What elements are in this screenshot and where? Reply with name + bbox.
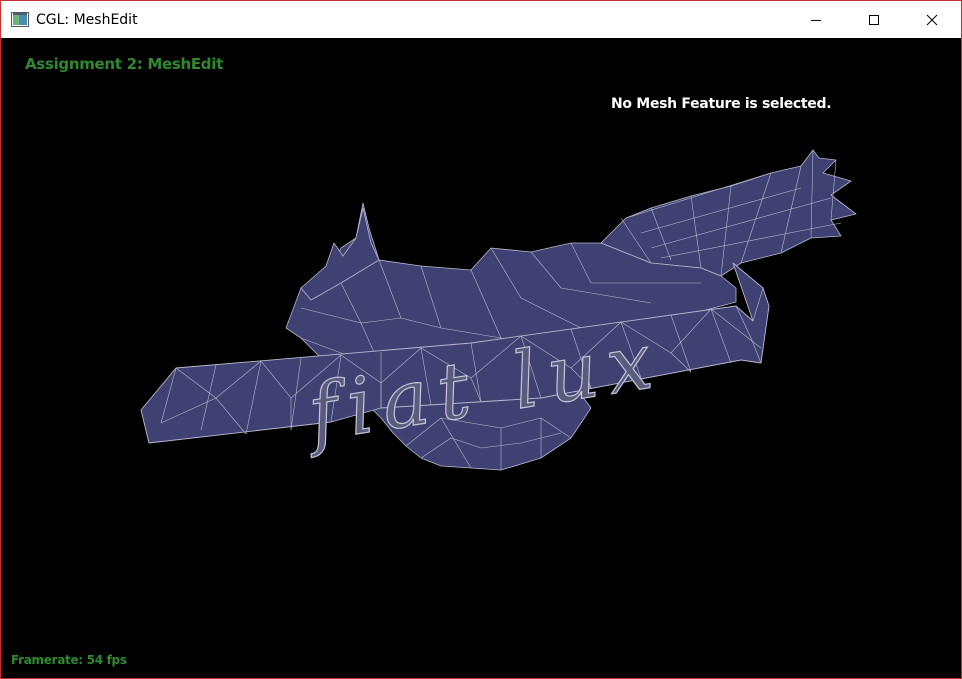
maximize-button[interactable] xyxy=(845,1,903,38)
close-button[interactable] xyxy=(903,1,961,38)
selection-status: No Mesh Feature is selected. xyxy=(611,96,832,112)
minimize-icon xyxy=(811,19,821,21)
window-title: CGL: MeshEdit xyxy=(36,11,138,28)
meshedit-window: CGL: MeshEdit fiat lux Assignment 2: Mes… xyxy=(0,0,962,679)
framerate-readout: Framerate: 54 fps xyxy=(11,653,127,667)
assignment-title: Assignment 2: MeshEdit xyxy=(25,55,223,73)
minimize-button[interactable] xyxy=(787,1,845,38)
title-bar[interactable]: CGL: MeshEdit xyxy=(1,1,961,38)
mesh-render[interactable]: fiat lux xyxy=(1,38,961,678)
app-window-icon xyxy=(11,12,29,27)
render-viewport[interactable]: fiat lux Assignment 2: MeshEdit No Mesh … xyxy=(1,38,961,678)
close-icon xyxy=(926,14,938,25)
window-controls xyxy=(787,1,961,38)
maximize-icon xyxy=(869,14,879,25)
